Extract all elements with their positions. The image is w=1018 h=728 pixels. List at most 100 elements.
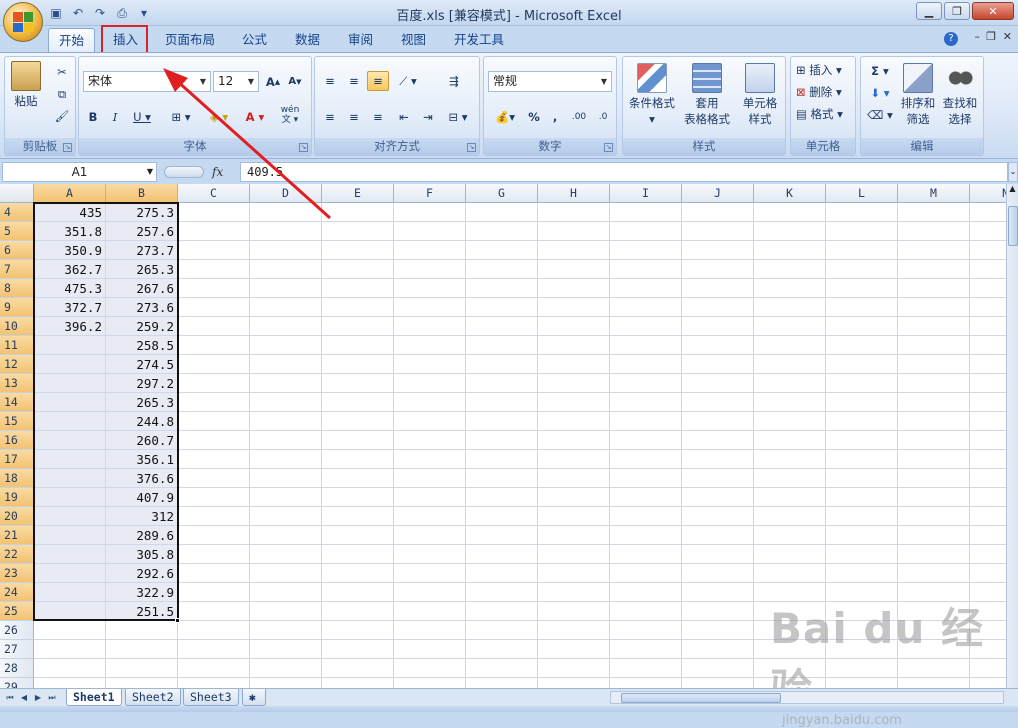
cell-h13[interactable] [538,374,610,393]
column-header-k[interactable]: K [754,184,826,203]
cell-c19[interactable] [178,488,250,507]
cell-j18[interactable] [682,469,754,488]
cell-f9[interactable] [394,298,466,317]
row-header[interactable]: 9 [0,298,34,317]
cell-h24[interactable] [538,583,610,602]
cell-i10[interactable] [610,317,682,336]
fill-color-icon[interactable]: ◈ ▾ [203,107,235,127]
cell-e11[interactable] [322,336,394,355]
cell-d5[interactable] [250,222,322,241]
row-header[interactable]: 21 [0,526,34,545]
column-header-l[interactable]: L [826,184,898,203]
cell-h18[interactable] [538,469,610,488]
sort-filter-button[interactable]: 排序和 筛选 [897,63,939,127]
cell-j26[interactable] [682,621,754,640]
cell-j17[interactable] [682,450,754,469]
cell-c7[interactable] [178,260,250,279]
cell-n15[interactable] [970,412,1006,431]
cell-d8[interactable] [250,279,322,298]
cell-h5[interactable] [538,222,610,241]
cell-g7[interactable] [466,260,538,279]
format-as-table-button[interactable]: 套用 表格格式 [679,63,735,127]
cell-e26[interactable] [322,621,394,640]
cell-f13[interactable] [394,374,466,393]
cell-i22[interactable] [610,545,682,564]
cell-j13[interactable] [682,374,754,393]
cell-a16[interactable] [34,431,106,450]
cell-k17[interactable] [754,450,826,469]
cell-d18[interactable] [250,469,322,488]
cell-d29[interactable] [250,678,322,688]
cell-c16[interactable] [178,431,250,450]
cell-c20[interactable] [178,507,250,526]
column-header-e[interactable]: E [322,184,394,203]
underline-icon[interactable]: U ▾ [127,107,157,127]
cell-b20[interactable]: 312 [106,507,178,526]
cell-h20[interactable] [538,507,610,526]
cell-f29[interactable] [394,678,466,688]
cell-a4[interactable]: 435 [34,203,106,222]
ribbon-close-icon[interactable]: ✕ [1003,30,1012,43]
cell-a23[interactable] [34,564,106,583]
cell-e16[interactable] [322,431,394,450]
cell-c6[interactable] [178,241,250,260]
cell-g21[interactable] [466,526,538,545]
cell-k9[interactable] [754,298,826,317]
cell-j19[interactable] [682,488,754,507]
cell-k23[interactable] [754,564,826,583]
cell-m18[interactable] [898,469,970,488]
align-middle-icon[interactable]: ≡ [343,71,365,91]
cell-m19[interactable] [898,488,970,507]
cell-c5[interactable] [178,222,250,241]
cell-c8[interactable] [178,279,250,298]
cell-f6[interactable] [394,241,466,260]
cell-a14[interactable] [34,393,106,412]
cell-j27[interactable] [682,640,754,659]
column-header-f[interactable]: F [394,184,466,203]
cell-n20[interactable] [970,507,1006,526]
cell-m5[interactable] [898,222,970,241]
cell-e24[interactable] [322,583,394,602]
cell-d9[interactable] [250,298,322,317]
cell-d7[interactable] [250,260,322,279]
cell-j29[interactable] [682,678,754,688]
row-header[interactable]: 4 [0,203,34,222]
cell-j10[interactable] [682,317,754,336]
cell-e22[interactable] [322,545,394,564]
sheet-tab-3[interactable]: Sheet3 [183,689,239,706]
column-header-b[interactable]: B [106,184,178,203]
cell-l18[interactable] [826,469,898,488]
cell-d4[interactable] [250,203,322,222]
decrease-indent-icon[interactable]: ⇤ [393,107,415,127]
cell-j23[interactable] [682,564,754,583]
fill-icon[interactable]: ⬇ ▾ [865,83,895,103]
cell-g17[interactable] [466,450,538,469]
cell-l11[interactable] [826,336,898,355]
cell-h28[interactable] [538,659,610,678]
cell-i19[interactable] [610,488,682,507]
font-size-combo[interactable]: 12 ▼ [213,71,259,92]
borders-icon[interactable]: ⊞ ▾ [165,107,197,127]
cell-h17[interactable] [538,450,610,469]
cell-g9[interactable] [466,298,538,317]
cell-e10[interactable] [322,317,394,336]
increase-decimal-icon[interactable]: .00 [568,107,590,127]
row-header[interactable]: 17 [0,450,34,469]
cell-i14[interactable] [610,393,682,412]
row-header[interactable]: 14 [0,393,34,412]
row-header[interactable]: 19 [0,488,34,507]
format-cells-button[interactable]: ▤ 格式 ▾ [795,105,853,123]
restore-button[interactable]: ❐ [944,2,970,20]
autosum-icon[interactable]: Σ ▾ [865,61,895,81]
vertical-scroll-thumb[interactable] [1008,206,1018,246]
cell-n8[interactable] [970,279,1006,298]
cell-g25[interactable] [466,602,538,621]
cell-e18[interactable] [322,469,394,488]
row-header[interactable]: 7 [0,260,34,279]
cell-j24[interactable] [682,583,754,602]
cell-a15[interactable] [34,412,106,431]
cell-b14[interactable]: 265.3 [106,393,178,412]
align-right-icon[interactable]: ≡ [367,107,389,127]
cell-b8[interactable]: 267.6 [106,279,178,298]
cell-c11[interactable] [178,336,250,355]
